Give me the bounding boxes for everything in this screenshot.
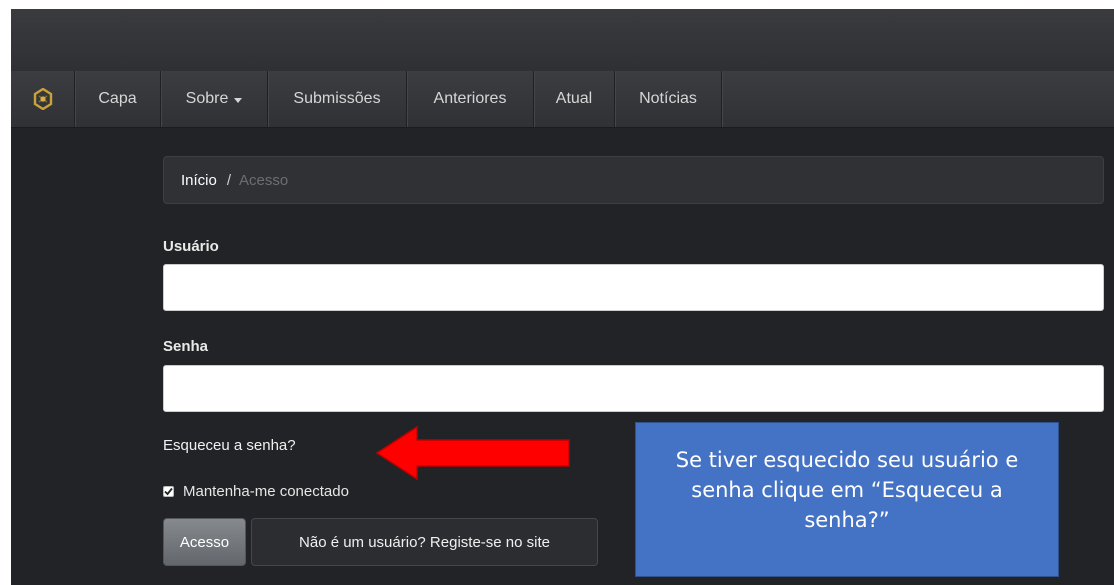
ojs-logo-icon[interactable] [11,71,75,127]
password-label: Senha [163,338,209,355]
nav-item-anteriores[interactable]: Anteriores [407,71,534,127]
nav-item-label: Capa [98,90,137,107]
caret-down-icon [234,97,243,103]
nav-item-sobre[interactable]: Sobre [161,71,268,127]
breadcrumb-home-link[interactable]: Início [181,172,217,189]
remember-me-checkbox[interactable] [163,486,174,497]
breadcrumb-separator: / [226,171,232,189]
nav-item-atual[interactable]: Atual [534,71,615,127]
breadcrumb: Início / Acesso [163,156,1104,204]
password-input[interactable] [163,365,1104,412]
nav-item-label: Atual [555,90,593,107]
remember-me-label: Mantenha-me conectado [183,483,349,500]
nav-item-label: Sobre [185,90,229,107]
top-header-bar [11,9,1114,71]
forgot-password-link[interactable]: Esqueceu a senha? [163,437,296,454]
login-button[interactable]: Acesso [163,518,246,566]
register-button[interactable]: Não é um usuário? Registe-se no site [251,518,598,566]
breadcrumb-current: Acesso [239,171,289,189]
instruction-callout: Se tiver esquecido seu usuário e senha c… [635,422,1059,577]
main-navbar: Capa Sobre Submissões Anteriores Atual N… [11,71,1114,128]
remember-me-row: Mantenha-me conectado [163,483,349,500]
nav-item-label: Anteriores [433,90,507,107]
app-window: Capa Sobre Submissões Anteriores Atual N… [11,9,1114,585]
nav-item-label: Submissões [293,90,381,107]
nav-item-submissoes[interactable]: Submissões [268,71,407,127]
check-icon [164,487,173,496]
nav-item-label: Notícias [639,90,697,107]
username-input[interactable] [163,264,1104,311]
username-label: Usuário [163,238,219,255]
nav-item-capa[interactable]: Capa [75,71,161,127]
red-arrow-annotation [375,425,570,481]
nav-item-noticias[interactable]: Notícias [615,71,722,127]
